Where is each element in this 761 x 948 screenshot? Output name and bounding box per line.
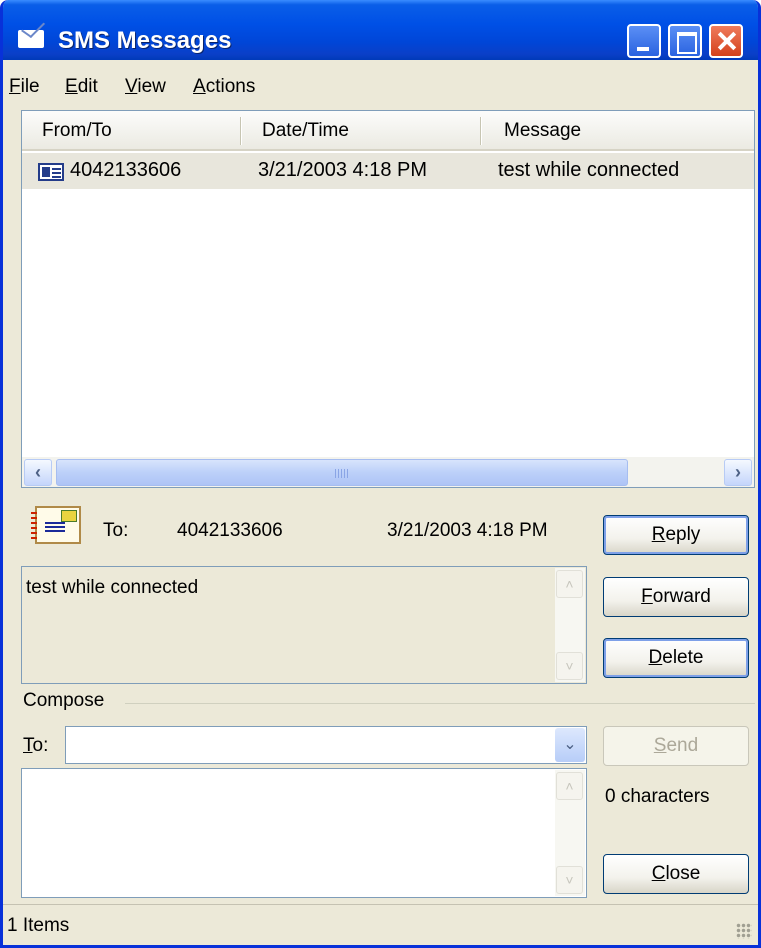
stamp-icon <box>61 510 77 522</box>
detail-to-number: 4042133606 <box>177 520 283 541</box>
status-bar: 1 Items <box>3 904 758 945</box>
compose-divider <box>125 703 755 704</box>
cell-date-time: 3/21/2003 4:18 PM <box>258 159 428 181</box>
reply-button[interactable]: Reply <box>603 515 749 555</box>
menu-view[interactable]: View <box>125 76 166 98</box>
minimize-button[interactable] <box>627 24 661 58</box>
chevron-down-icon[interactable]: ⌄ <box>555 728 585 762</box>
table-row[interactable]: 4042133606 3/21/2003 4:18 PM test while … <box>22 153 754 189</box>
column-header-date-time[interactable]: Date/Time <box>262 120 349 142</box>
cell-from-to: 4042133606 <box>70 159 182 181</box>
scroll-thumb[interactable] <box>56 459 628 486</box>
close-button[interactable]: Close <box>603 854 749 894</box>
cell-message: test while connected <box>498 159 680 181</box>
compose-to-label: To: <box>23 735 49 756</box>
scroll-down-button[interactable]: ˅ <box>556 652 583 680</box>
message-list[interactable]: From/To Date/Time Message 4042133606 3/2… <box>21 110 755 488</box>
scroll-down-button[interactable]: ˅ <box>556 866 583 894</box>
column-header-message[interactable]: Message <box>504 120 581 142</box>
scroll-up-button[interactable]: ˄ <box>556 570 583 598</box>
scroll-up-button[interactable]: ˄ <box>556 772 583 800</box>
horizontal-scrollbar[interactable]: ‹ › <box>22 457 754 487</box>
sms-messages-window: SMS Messages File Edit View Actions From… <box>0 0 761 948</box>
sms-envelope-icon <box>31 506 81 544</box>
title-bar[interactable]: SMS Messages <box>3 0 758 60</box>
maximize-button[interactable] <box>668 24 702 58</box>
menu-edit[interactable]: Edit <box>65 76 98 98</box>
close-window-button[interactable] <box>709 24 743 58</box>
item-count: 1 Items <box>7 915 70 936</box>
resize-grip-icon[interactable] <box>736 923 752 939</box>
text-lines-icon <box>45 522 65 534</box>
window-title: SMS Messages <box>58 27 232 54</box>
delete-button[interactable]: Delete <box>603 638 749 678</box>
column-separator[interactable] <box>240 117 242 145</box>
character-count: 0 characters <box>605 786 710 807</box>
detail-date-time: 3/21/2003 4:18 PM <box>387 520 548 541</box>
message-icon <box>38 163 64 181</box>
message-read-pane[interactable]: test while connected ˄ ˅ <box>21 566 587 684</box>
scroll-right-button[interactable]: › <box>724 459 752 486</box>
menu-bar: File Edit View Actions <box>3 70 758 104</box>
scroll-left-button[interactable]: ‹ <box>24 459 52 486</box>
send-button[interactable]: Send <box>603 726 749 766</box>
compose-section-label: Compose <box>23 690 105 711</box>
column-header-from-to[interactable]: From/To <box>42 120 112 142</box>
compose-message-textarea[interactable]: ˄ ˅ <box>21 768 587 898</box>
menu-actions[interactable]: Actions <box>193 76 255 98</box>
detail-to-label: To: <box>103 520 129 541</box>
vertical-scrollbar[interactable]: ˄ ˅ <box>555 568 585 682</box>
grip-icon <box>335 469 349 478</box>
compose-vertical-scrollbar[interactable]: ˄ ˅ <box>555 770 585 896</box>
menu-file[interactable]: File <box>9 76 40 98</box>
column-separator[interactable] <box>480 117 482 145</box>
forward-button[interactable]: Forward <box>603 577 749 617</box>
recipient-combobox[interactable]: ⌄ <box>65 726 587 764</box>
message-body-text: test while connected <box>26 577 199 598</box>
envelope-icon <box>18 30 44 48</box>
list-header: From/To Date/Time Message <box>22 111 754 151</box>
